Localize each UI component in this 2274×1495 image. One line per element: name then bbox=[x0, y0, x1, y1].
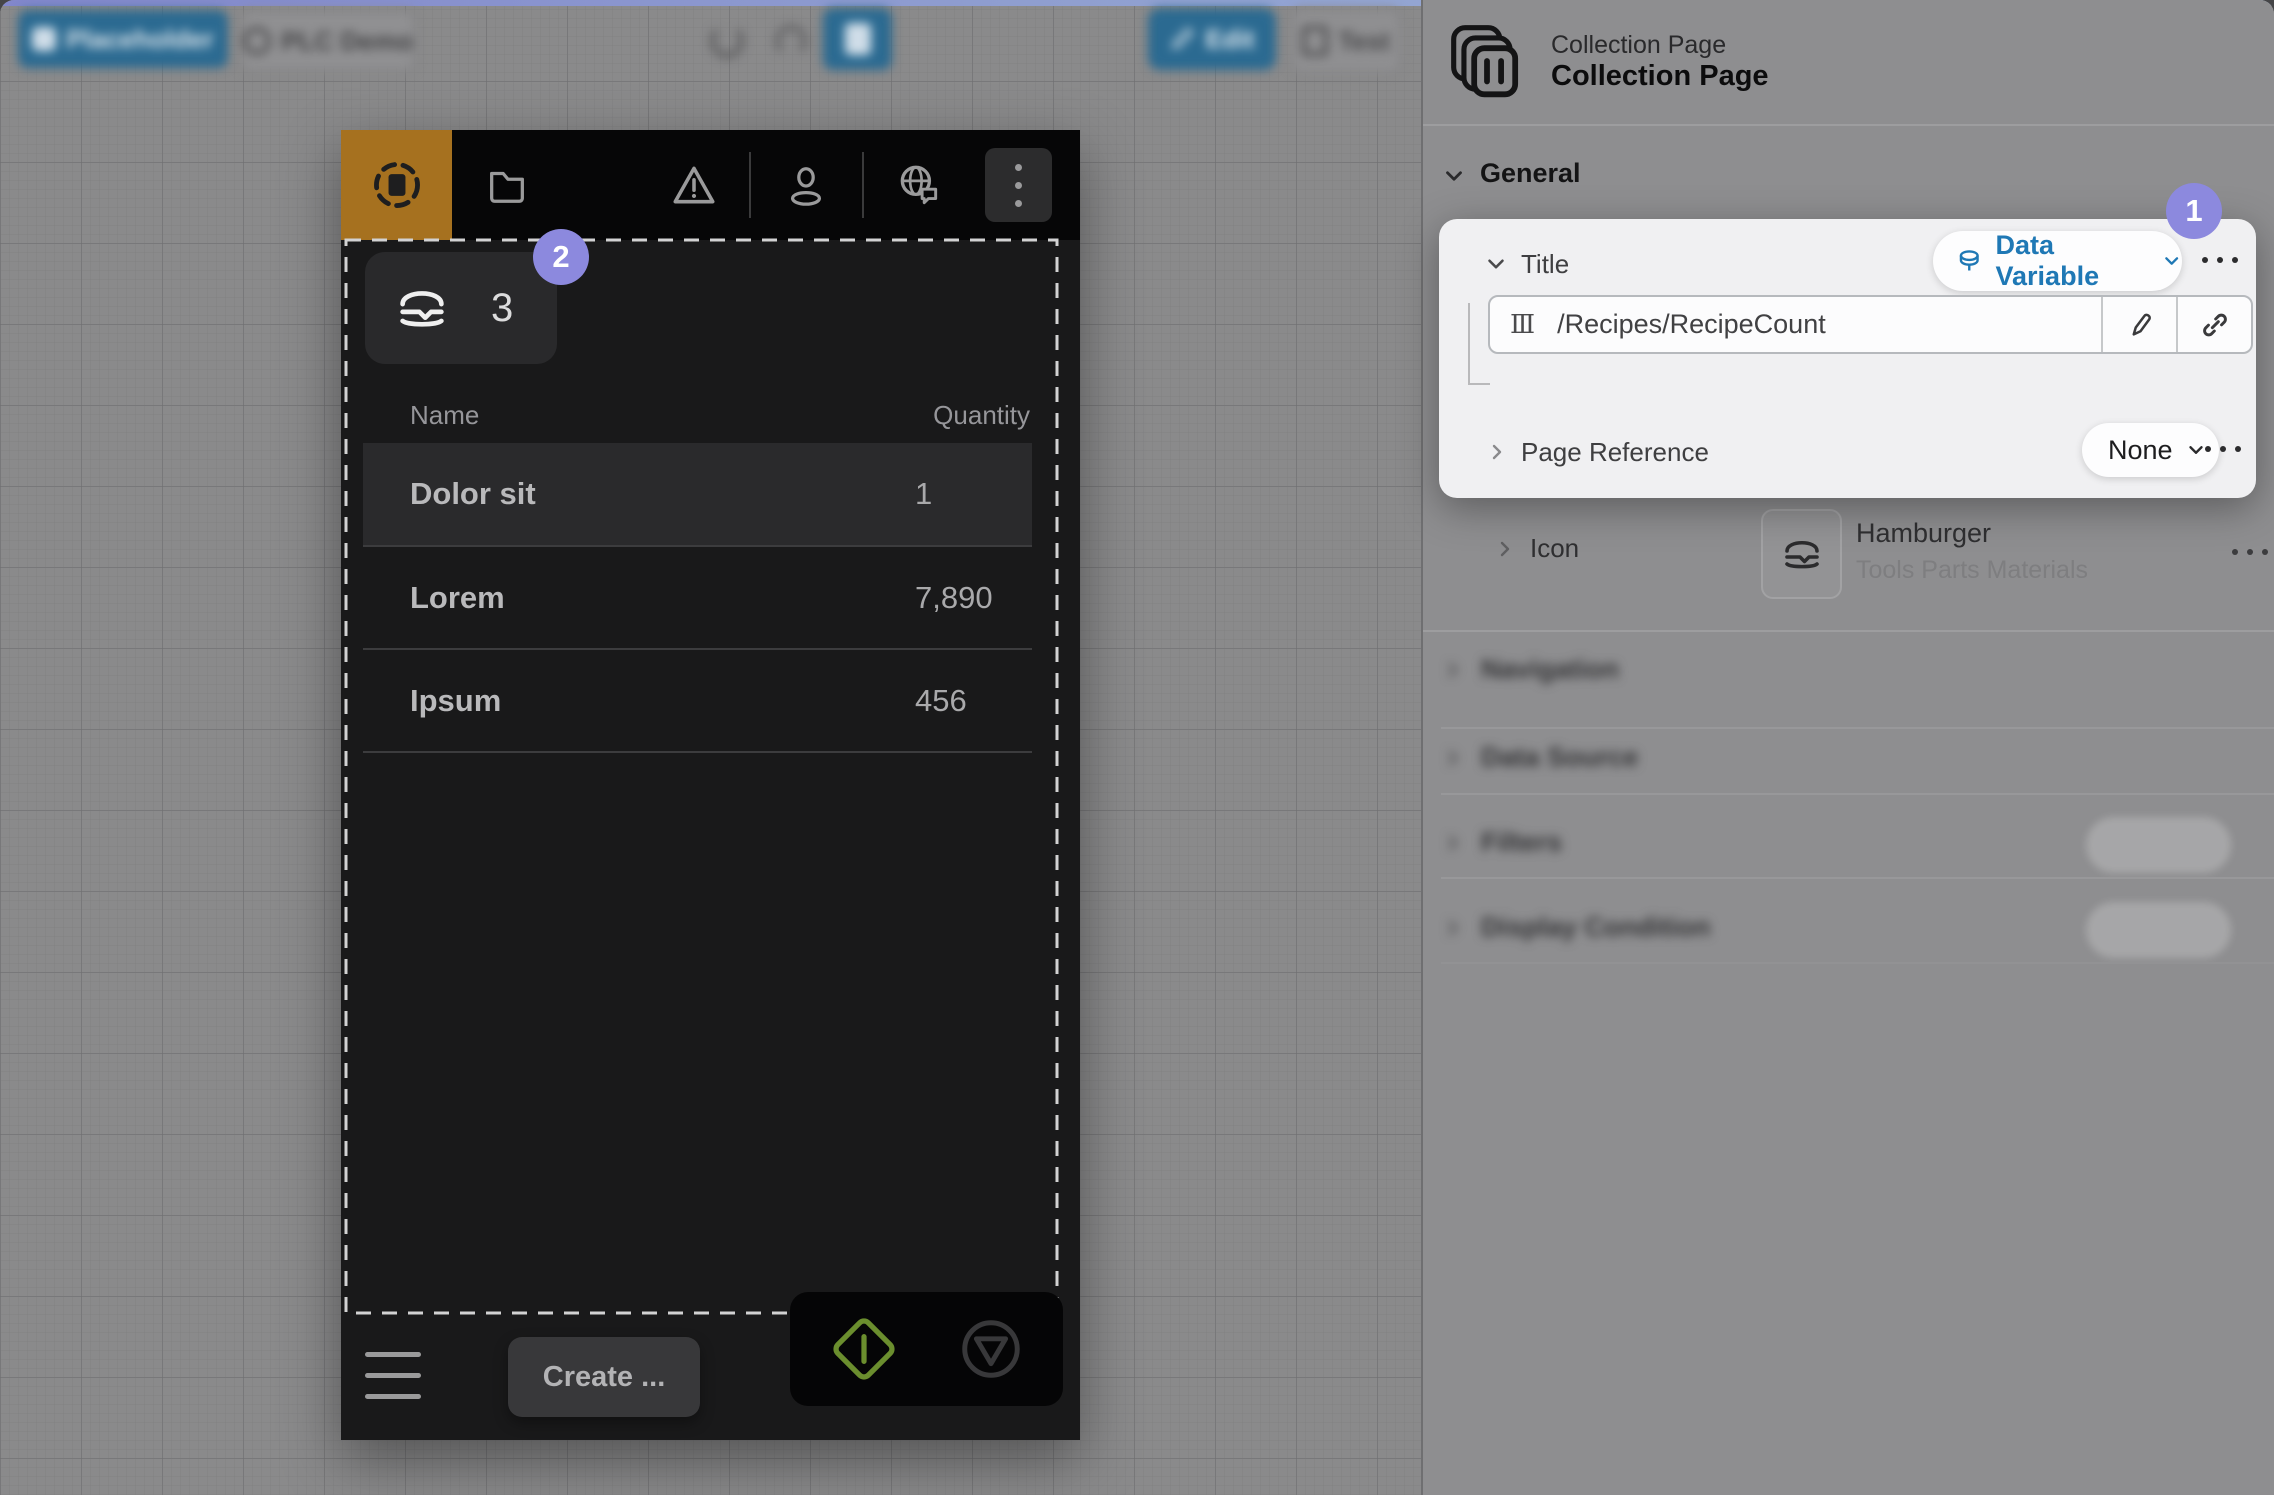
plc-demo-icon bbox=[243, 27, 271, 55]
edit-button[interactable]: Edit bbox=[1148, 8, 1276, 70]
section-data-source-label: Data Source bbox=[1481, 742, 1639, 773]
chevron-right-icon[interactable] bbox=[1493, 537, 1517, 561]
component-title: Collection Page bbox=[1551, 60, 1769, 93]
panel-divider bbox=[1441, 962, 2274, 964]
test-label: Test bbox=[1338, 26, 1390, 57]
section-filters-header[interactable]: Filters bbox=[1441, 827, 1562, 858]
chevron-right-icon bbox=[1441, 658, 1465, 682]
integer-type-icon: Ⅲ bbox=[1510, 310, 1535, 340]
section-navigation-header[interactable]: Navigation bbox=[1441, 654, 1619, 685]
page-reference-value: None bbox=[2108, 435, 2173, 466]
title-value-text: /Recipes/RecipeCount bbox=[1557, 309, 2101, 340]
data-variable-icon bbox=[1955, 245, 1984, 277]
chevron-down-icon[interactable] bbox=[1483, 251, 1509, 277]
display-condition-blurred-control bbox=[2086, 902, 2231, 958]
hamburger-icon bbox=[391, 277, 453, 339]
panel-divider bbox=[1441, 877, 2274, 879]
section-navigation-label: Navigation bbox=[1481, 654, 1619, 685]
menu-badge-count: 3 bbox=[491, 286, 513, 331]
panel-divider bbox=[1423, 124, 2274, 126]
section-filters-label: Filters bbox=[1481, 827, 1562, 858]
chevron-right-icon bbox=[1441, 916, 1465, 940]
test-icon bbox=[1302, 26, 1328, 56]
run-step-icon[interactable] bbox=[827, 1312, 901, 1386]
chevron-down-icon bbox=[2161, 249, 2182, 273]
link-icon bbox=[2199, 309, 2231, 341]
hamburger-icon bbox=[1778, 530, 1826, 578]
panel-divider bbox=[1423, 630, 2274, 632]
placeholder-icon bbox=[32, 27, 56, 51]
phone-preview: 3 2 Name Quantity Dolor sit 1 Lorem 7,89… bbox=[341, 130, 1080, 1440]
panel-divider bbox=[1441, 727, 2274, 729]
icon-category: Tools Parts Materials bbox=[1856, 556, 2088, 585]
placeholder-button[interactable]: Placeholder bbox=[18, 10, 228, 68]
title-overflow-menu[interactable] bbox=[2202, 257, 2238, 263]
hamburger-count-card[interactable]: 3 bbox=[365, 252, 557, 364]
chevron-right-icon bbox=[1441, 746, 1465, 770]
binding-connector bbox=[1468, 303, 1490, 385]
page-reference-overflow-menu[interactable] bbox=[2205, 446, 2241, 452]
section-display-condition-label: Display Condition bbox=[1481, 912, 1711, 943]
chevron-right-icon[interactable] bbox=[1485, 440, 1509, 464]
collection-page-icon bbox=[1445, 20, 1529, 102]
test-button[interactable]: Test bbox=[1290, 8, 1402, 74]
page-reference-dropdown[interactable]: None bbox=[2082, 423, 2219, 477]
title-property-card: Title Data Variable Ⅲ /Recipes/RecipeCou… bbox=[1439, 219, 2256, 498]
pencil-icon bbox=[2125, 310, 2155, 340]
app-window: Placeholder PLC Demo Edit Test bbox=[0, 0, 2274, 1495]
panel-toggle-button[interactable] bbox=[823, 8, 892, 70]
stop-icon[interactable] bbox=[956, 1314, 1026, 1384]
link-value-button[interactable] bbox=[2178, 309, 2251, 341]
redo-icon bbox=[775, 25, 807, 57]
icon-overflow-menu[interactable] bbox=[2232, 549, 2268, 555]
tutorial-step-badge-2: 2 bbox=[533, 229, 589, 285]
icon-preview-tile[interactable] bbox=[1761, 509, 1842, 599]
icon-name: Hamburger bbox=[1856, 518, 1991, 549]
chevron-down-icon bbox=[2185, 439, 2207, 461]
undo-icon bbox=[710, 24, 744, 58]
filters-blurred-control bbox=[2086, 817, 2231, 873]
plc-demo-button[interactable]: PLC Demo bbox=[240, 10, 416, 72]
undo-button[interactable] bbox=[708, 22, 746, 60]
section-data-source-header[interactable]: Data Source bbox=[1441, 742, 1639, 773]
chevron-down-icon[interactable] bbox=[1441, 163, 1467, 189]
edit-value-button[interactable] bbox=[2103, 310, 2176, 340]
section-display-condition-header[interactable]: Display Condition bbox=[1441, 912, 1711, 943]
redo-button[interactable] bbox=[772, 22, 810, 60]
run-controls-panel bbox=[790, 1292, 1063, 1406]
title-property-label: Title bbox=[1521, 249, 1569, 280]
binding-type-label: Data Variable bbox=[1996, 230, 2147, 292]
edit-pencil-icon bbox=[1169, 26, 1195, 52]
panel-divider bbox=[1441, 793, 2274, 795]
properties-panel: Collection Page Collection Page General … bbox=[1421, 0, 2274, 1495]
edit-label: Edit bbox=[1205, 24, 1254, 55]
panel-toggle-icon bbox=[845, 23, 871, 55]
plc-demo-label: PLC Demo bbox=[281, 26, 412, 57]
icon-property-label: Icon bbox=[1530, 533, 1579, 564]
placeholder-label: Placeholder bbox=[66, 24, 213, 55]
component-type-label: Collection Page bbox=[1551, 31, 1726, 60]
chevron-right-icon bbox=[1441, 831, 1465, 855]
page-reference-label: Page Reference bbox=[1521, 437, 1709, 468]
tutorial-step-badge-1: 1 bbox=[2166, 183, 2222, 239]
binding-type-dropdown[interactable]: Data Variable bbox=[1933, 231, 2182, 291]
title-value-field[interactable]: Ⅲ /Recipes/RecipeCount bbox=[1488, 295, 2253, 354]
section-general-header[interactable]: General bbox=[1480, 158, 1581, 189]
